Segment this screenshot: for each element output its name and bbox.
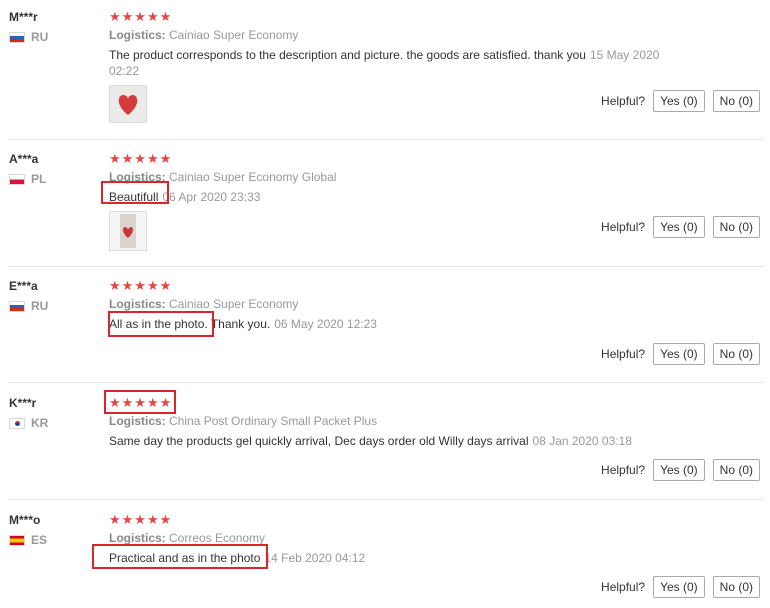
helpful-label: Helpful? (601, 347, 646, 361)
country-code: PL (31, 172, 47, 186)
highlight-box (92, 544, 268, 569)
review-date: 14 Feb 2020 04:12 (264, 551, 366, 565)
logistics-info: Logistics: Correos Economy (109, 531, 265, 545)
helpful-yes-button[interactable]: Yes (0) (653, 90, 705, 112)
heart-photo-icon (110, 86, 146, 122)
highlight-box (101, 181, 169, 204)
heart-photo-icon (120, 214, 136, 248)
helpful-yes-button[interactable]: Yes (0) (653, 343, 705, 365)
logistics-label: Logistics: (109, 297, 166, 311)
korea-flag-icon (9, 417, 25, 429)
reviewer-name: M***r (9, 10, 38, 24)
helpful-label: Helpful? (601, 220, 646, 234)
helpful-yes-button[interactable]: Yes (0) (653, 576, 705, 598)
logistics-label: Logistics: (109, 28, 166, 42)
review-divider (8, 266, 764, 267)
reviewer-name: K***r (9, 396, 37, 410)
logistics-value: China Post Ordinary Small Packet Plus (169, 414, 378, 428)
reviewer-country: ES (9, 533, 47, 547)
poland-flag-icon (9, 173, 25, 185)
review-divider (8, 139, 764, 140)
logistics-label: Logistics: (109, 414, 166, 428)
helpful-label: Helpful? (601, 580, 646, 594)
helpful-label: Helpful? (601, 463, 646, 477)
helpful-no-button[interactable]: No (0) (712, 216, 760, 238)
star-rating: ★★★★★ (109, 278, 173, 293)
helpful-no-button[interactable]: No (0) (712, 343, 760, 365)
logistics-value: Cainiao Super Economy Global (169, 170, 337, 184)
star-rating: ★★★★★ (109, 9, 173, 24)
review-body: Same day the products gel quickly arriva… (109, 434, 529, 448)
logistics-info: Logistics: China Post Ordinary Small Pac… (109, 414, 377, 428)
russia-flag-icon (9, 31, 25, 43)
logistics-value: Correos Economy (169, 531, 266, 545)
country-code: RU (31, 30, 49, 44)
logistics-value: Cainiao Super Economy (169, 297, 299, 311)
review-divider (8, 382, 764, 383)
helpful-yes-button[interactable]: Yes (0) (653, 459, 705, 481)
reviewer-country: KR (9, 416, 48, 430)
review-text: Same day the products gel quickly arriva… (109, 433, 632, 449)
review-date: 06 May 2020 12:23 (274, 317, 377, 331)
reviewer-country: PL (9, 172, 46, 186)
country-code: KR (31, 416, 49, 430)
review-date: 06 Apr 2020 23:33 (162, 190, 261, 204)
helpful-no-button[interactable]: No (0) (712, 576, 760, 598)
review-body: The product corresponds to the descripti… (109, 48, 586, 62)
star-rating: ★★★★★ (109, 151, 173, 166)
review-photo-thumbnail[interactable] (109, 211, 147, 251)
highlight-box (108, 311, 214, 337)
logistics-info: Logistics: Cainiao Super Economy (109, 28, 298, 42)
review-photo-thumbnail[interactable] (109, 85, 147, 123)
star-rating: ★★★★★ (109, 512, 173, 527)
reviewer-name: E***a (9, 279, 38, 293)
reviewer-country: RU (9, 299, 48, 313)
helpful-yes-button[interactable]: Yes (0) (653, 216, 705, 238)
logistics-value: Cainiao Super Economy (169, 28, 299, 42)
helpful-vote: Helpful? Yes (0) No (0) (601, 90, 760, 112)
spain-flag-icon (9, 534, 25, 546)
highlight-box (104, 390, 176, 414)
review-text: The product corresponds to the descripti… (109, 47, 669, 79)
helpful-vote: Helpful? Yes (0) No (0) (601, 343, 760, 365)
helpful-label: Helpful? (601, 94, 646, 108)
helpful-no-button[interactable]: No (0) (712, 90, 760, 112)
logistics-info: Logistics: Cainiao Super Economy (109, 297, 298, 311)
review-divider (8, 499, 764, 500)
country-code: ES (31, 533, 48, 547)
reviewer-name: A***a (9, 152, 39, 166)
country-code: RU (31, 299, 49, 313)
helpful-no-button[interactable]: No (0) (712, 459, 760, 481)
helpful-vote: Helpful? Yes (0) No (0) (601, 576, 760, 598)
review-date: 08 Jan 2020 03:18 (532, 434, 632, 448)
russia-flag-icon (9, 300, 25, 312)
logistics-label: Logistics: (109, 531, 166, 545)
helpful-vote: Helpful? Yes (0) No (0) (601, 459, 760, 481)
helpful-vote: Helpful? Yes (0) No (0) (601, 216, 760, 238)
reviewer-country: RU (9, 30, 48, 44)
reviewer-name: M***o (9, 513, 41, 527)
